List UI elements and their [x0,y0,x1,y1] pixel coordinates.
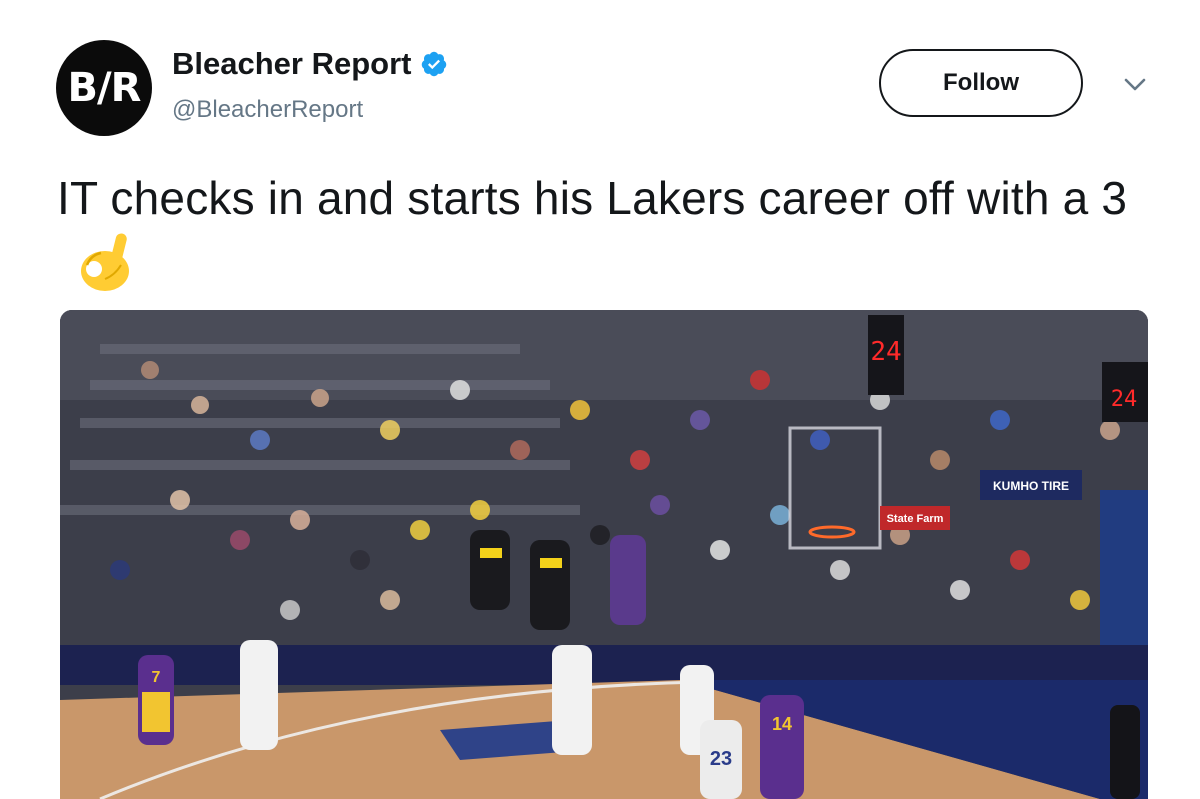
avatar-logo-text: B/R [67,65,142,111]
video-media[interactable]: 24 24 KUMHO TIRE State Farm 7 23 14 [60,310,1148,799]
kumho-tire-banner: KUMHO TIRE [993,479,1069,493]
shot-clock-2: 24 [1111,387,1138,412]
shot-clock-1: 24 [870,337,901,367]
state-farm-banner: State Farm [887,513,944,525]
chevron-down-icon[interactable] [1123,76,1147,94]
follow-button[interactable]: Follow [879,49,1083,117]
name-row: Bleacher Report [172,46,448,82]
ok-hand-icon [81,233,129,291]
verified-badge-icon [422,51,447,77]
player-number-7: 7 [152,669,161,686]
avatar[interactable]: B/R [56,40,152,136]
tweet-text-container: IT checks in and starts his Lakers caree… [57,165,1137,299]
player-number-23: 23 [710,748,732,770]
handle[interactable]: @BleacherReport [172,96,363,124]
player-number-14: 14 [772,714,792,734]
basketball-game-video-frame: 24 24 KUMHO TIRE State Farm 7 23 14 [60,310,1148,799]
display-name[interactable]: Bleacher Report [172,46,411,82]
tweet-text: IT checks in and starts his Lakers caree… [57,172,1128,224]
